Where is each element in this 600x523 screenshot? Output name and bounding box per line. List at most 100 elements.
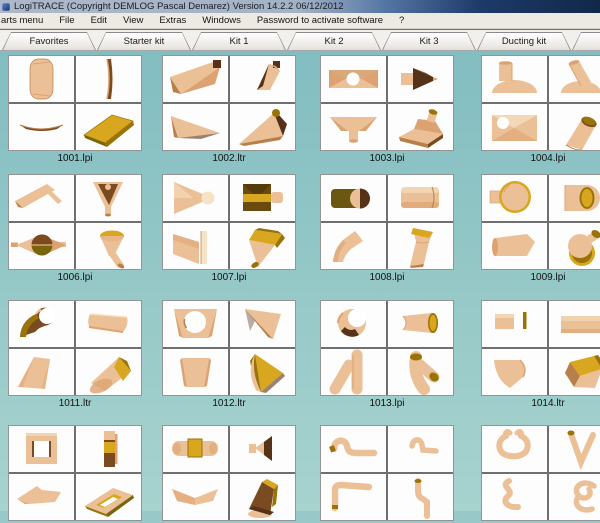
menu-bar: arts menu File Edit View Extras Windows Passwo…: [0, 13, 600, 29]
part-view-cone-front[interactable]: [163, 175, 228, 221]
part-view-pipe-v-bend[interactable]: [549, 426, 600, 472]
part-view-transition-iso[interactable]: [230, 104, 295, 150]
part-view-pipe-section-c[interactable]: [321, 301, 386, 347]
part-view-square-to-round-iso[interactable]: [230, 223, 295, 269]
tab-kit-3[interactable]: Kit 3: [382, 32, 476, 50]
part-view-pipe-long-bend[interactable]: [321, 426, 386, 472]
part-group: [162, 425, 296, 523]
part-view-grid: [162, 174, 296, 270]
part-view-slant-cylinder-side[interactable]: [76, 301, 141, 347]
part-view-pipe-curl[interactable]: [549, 474, 600, 520]
part-group: 1014.ltr: [481, 300, 600, 409]
part-view-elbow-profile[interactable]: [321, 223, 386, 269]
part-view-dome-stub-angled[interactable]: [549, 56, 600, 102]
part-group: [481, 425, 600, 523]
part-view-round-duct-top[interactable]: [482, 175, 547, 221]
part-view-rounded-duct-side[interactable]: [388, 175, 453, 221]
part-view-grid: [481, 55, 600, 151]
part-view-grid: [8, 174, 142, 270]
tab-favorites[interactable]: Favorites: [2, 32, 96, 50]
window-title: LogiTRACE (Copyright DEMLOG Pascal Demar…: [14, 1, 344, 12]
part-view-butterfly-front[interactable]: [163, 474, 228, 520]
part-view-pipe-corner[interactable]: [321, 474, 386, 520]
part-view-panel-edge-top[interactable]: [9, 104, 74, 150]
part-view-rect-and-bar-top[interactable]: [482, 301, 547, 347]
menu-item-view[interactable]: View: [123, 15, 143, 26]
part-view-round-duct-iso[interactable]: [549, 223, 600, 269]
part-view-cone-top[interactable]: [230, 175, 295, 221]
menu-item-arts-menu[interactable]: arts menu: [1, 15, 43, 26]
menu-item-password-to-activate-software[interactable]: Password to activate software: [257, 15, 383, 26]
part-view-bent-panel-iso[interactable]: [549, 349, 600, 395]
part-view-hopper-front[interactable]: [321, 104, 386, 150]
part-view-pipe-short-bend[interactable]: [388, 426, 453, 472]
part-view-hopper-iso[interactable]: [388, 104, 453, 150]
tab-ducting-kit[interactable]: Ducting kit: [477, 32, 571, 50]
part-view-cone-on-pipe-side[interactable]: [9, 175, 74, 221]
part-view-grid: [8, 55, 142, 151]
tab-starter-kit[interactable]: Starter kit: [97, 32, 191, 50]
part-view-oblique-cone-iso[interactable]: [76, 349, 141, 395]
part-view-spindle-top[interactable]: [9, 223, 74, 269]
part-view-frustum-front[interactable]: [9, 349, 74, 395]
part-view-square-hole-panel[interactable]: [9, 426, 74, 472]
part-view-pipe-u-hook[interactable]: [482, 426, 547, 472]
menu-item-extras[interactable]: Extras: [159, 15, 186, 26]
menu-item-windows[interactable]: Windows: [202, 15, 241, 26]
title-bar: LogiTRACE (Copyright DEMLOG Pascal Demar…: [0, 0, 600, 13]
part-filename: 1006.lpi: [8, 272, 142, 283]
part-view-panel-edge-side[interactable]: [76, 56, 141, 102]
part-view-flag-flat-pattern[interactable]: [163, 223, 228, 269]
part-view-panel-iso-gold[interactable]: [76, 104, 141, 150]
part-view-funnel-front[interactable]: [76, 175, 141, 221]
tab-label: [573, 33, 600, 50]
part-view-dome-stub-front[interactable]: [482, 56, 547, 102]
menu-item-file[interactable]: File: [59, 15, 74, 26]
part-view-pipe-gold-end[interactable]: [388, 301, 453, 347]
part-group: 1012.ltr: [162, 300, 296, 409]
part-view-sail-flat[interactable]: [230, 301, 295, 347]
part-view-y-branch-iso[interactable]: [388, 349, 453, 395]
tab-kit-1[interactable]: Kit 1: [192, 32, 286, 50]
part-view-bar-gold-center-top[interactable]: [163, 426, 228, 472]
part-view-grid: [481, 300, 600, 396]
part-view-funnel-left-side[interactable]: [230, 426, 295, 472]
part-view-wedge-block-iso[interactable]: [230, 474, 295, 520]
tab-partial[interactable]: [572, 32, 600, 50]
tab-label: Ducting kit: [478, 33, 570, 50]
part-view-frustum2-front[interactable]: [163, 349, 228, 395]
part-view-grid: [162, 425, 296, 521]
part-view-stub-cylinder-iso[interactable]: [549, 104, 600, 150]
part-view-transition-flat-pattern[interactable]: [163, 56, 228, 102]
part-view-dome-flat-hole[interactable]: [482, 104, 547, 150]
menu-item-edit[interactable]: Edit: [91, 15, 107, 26]
part-view-segmented-bar-side[interactable]: [76, 426, 141, 472]
part-view-obround-top[interactable]: [321, 175, 386, 221]
part-view-fan-shield-flat[interactable]: [482, 349, 547, 395]
part-view-cone-iso[interactable]: [76, 223, 141, 269]
part-view-transition-iso-top[interactable]: [230, 56, 295, 102]
part-view-y-branch-front[interactable]: [321, 349, 386, 395]
part-group: 1013.lpi: [320, 300, 454, 409]
part-view-square-to-round-cone-iso[interactable]: [230, 349, 295, 395]
part-filename: 1007.lpi: [162, 272, 296, 283]
part-view-rounded-panel-front[interactable]: [9, 56, 74, 102]
part-view-transition-side[interactable]: [163, 104, 228, 150]
part-view-curved-wedge-hole[interactable]: [9, 301, 74, 347]
part-view-duct-flat-hole[interactable]: [321, 56, 386, 102]
part-view-trapezoid-hole[interactable]: [163, 301, 228, 347]
part-view-pipe-z-bend[interactable]: [388, 474, 453, 520]
part-view-grid: [162, 300, 296, 396]
part-view-half-cylinder-side[interactable]: [549, 175, 600, 221]
tab-kit-2[interactable]: Kit 2: [287, 32, 381, 50]
menu-item-[interactable]: ?: [399, 15, 404, 26]
part-group: 1001.lpi: [8, 55, 142, 164]
part-view-elbow-iso[interactable]: [388, 223, 453, 269]
part-view-arrow-flat[interactable]: [9, 474, 74, 520]
part-view-wide-rect-side[interactable]: [549, 301, 600, 347]
part-group: [320, 425, 454, 523]
part-view-hopper-side[interactable]: [388, 56, 453, 102]
part-view-frame-panel-iso[interactable]: [76, 474, 141, 520]
part-view-pipe-s-curve[interactable]: [482, 474, 547, 520]
part-view-cut-cylinder-front[interactable]: [482, 223, 547, 269]
